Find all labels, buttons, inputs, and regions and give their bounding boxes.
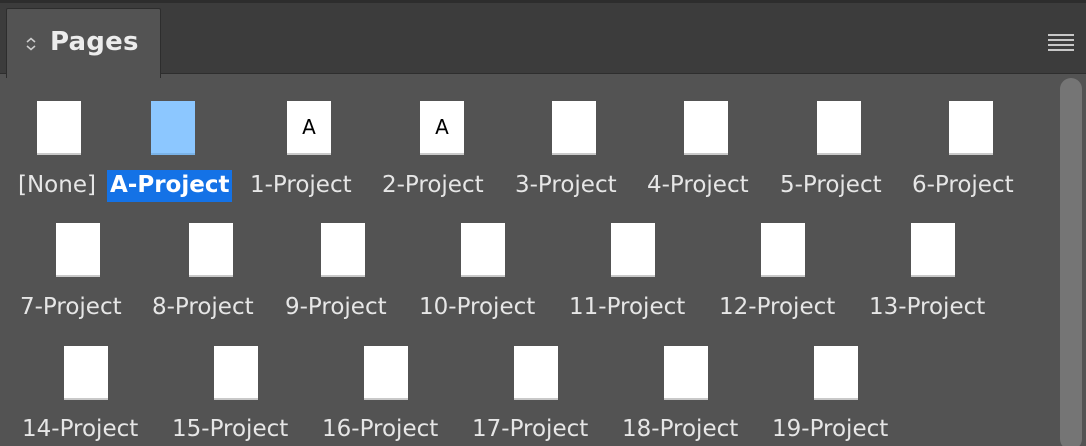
master-page-thumbnail[interactable]: [814, 346, 858, 400]
panel-title: Pages: [50, 27, 139, 57]
master-page-thumbnail[interactable]: [461, 223, 505, 277]
master-page-thumbnail[interactable]: [611, 223, 655, 277]
master-page-thumbnail[interactable]: [684, 101, 728, 155]
master-label[interactable]: 13-Project: [869, 292, 985, 324]
master-label[interactable]: 18-Project: [622, 414, 738, 446]
panel-menu-icon[interactable]: [1048, 34, 1074, 52]
master-page-thumbnail[interactable]: [214, 346, 258, 400]
collapse-toggle-icon[interactable]: [25, 37, 37, 51]
master-label[interactable]: 10-Project: [419, 292, 535, 324]
master-label[interactable]: 16-Project: [322, 414, 438, 446]
master-label[interactable]: 4-Project: [647, 170, 749, 202]
master-page-thumbnail[interactable]: [56, 223, 100, 277]
master-page-thumbnail[interactable]: [664, 346, 708, 400]
master-page-thumbnail[interactable]: [364, 346, 408, 400]
master-label[interactable]: A-Project: [107, 170, 233, 202]
master-page-thumbnail[interactable]: [64, 346, 108, 400]
master-label[interactable]: 17-Project: [472, 414, 588, 446]
master-label[interactable]: 6-Project: [912, 170, 1014, 202]
master-label[interactable]: 5-Project: [780, 170, 882, 202]
master-page-thumbnail[interactable]: [911, 223, 955, 277]
panel-tab-bar: Pages: [0, 0, 1086, 78]
master-label[interactable]: 9-Project: [285, 292, 387, 324]
master-page-thumbnail[interactable]: [151, 101, 195, 155]
master-page-thumbnail[interactable]: [761, 223, 805, 277]
master-page-thumbnail[interactable]: [321, 223, 365, 277]
master-prefix: A: [435, 115, 449, 139]
master-page-thumbnail[interactable]: [37, 101, 81, 155]
master-label[interactable]: 1-Project: [250, 170, 352, 202]
scrollbar-thumb[interactable]: [1060, 78, 1082, 446]
master-label[interactable]: 15-Project: [172, 414, 288, 446]
master-page-thumbnail[interactable]: A: [420, 101, 464, 155]
master-page-thumbnail[interactable]: [949, 101, 993, 155]
pages-tab[interactable]: Pages: [6, 8, 161, 78]
master-page-thumbnail[interactable]: [514, 346, 558, 400]
master-label[interactable]: 12-Project: [719, 292, 835, 324]
master-label[interactable]: 7-Project: [20, 292, 122, 324]
pages-panel: Pages [None] A-Project A 1-Project A 2-Projec…: [0, 0, 1086, 446]
master-label[interactable]: 3-Project: [515, 170, 617, 202]
master-label[interactable]: 11-Project: [569, 292, 685, 324]
master-label[interactable]: 14-Project: [22, 414, 138, 446]
master-prefix: A: [302, 115, 316, 139]
master-page-thumbnail[interactable]: [189, 223, 233, 277]
master-page-thumbnail[interactable]: [552, 101, 596, 155]
master-label[interactable]: [None]: [18, 170, 96, 202]
master-page-thumbnail[interactable]: [817, 101, 861, 155]
master-page-thumbnail[interactable]: A: [287, 101, 331, 155]
master-label[interactable]: 2-Project: [382, 170, 484, 202]
master-label[interactable]: 8-Project: [152, 292, 254, 324]
master-label[interactable]: 19-Project: [772, 414, 888, 446]
